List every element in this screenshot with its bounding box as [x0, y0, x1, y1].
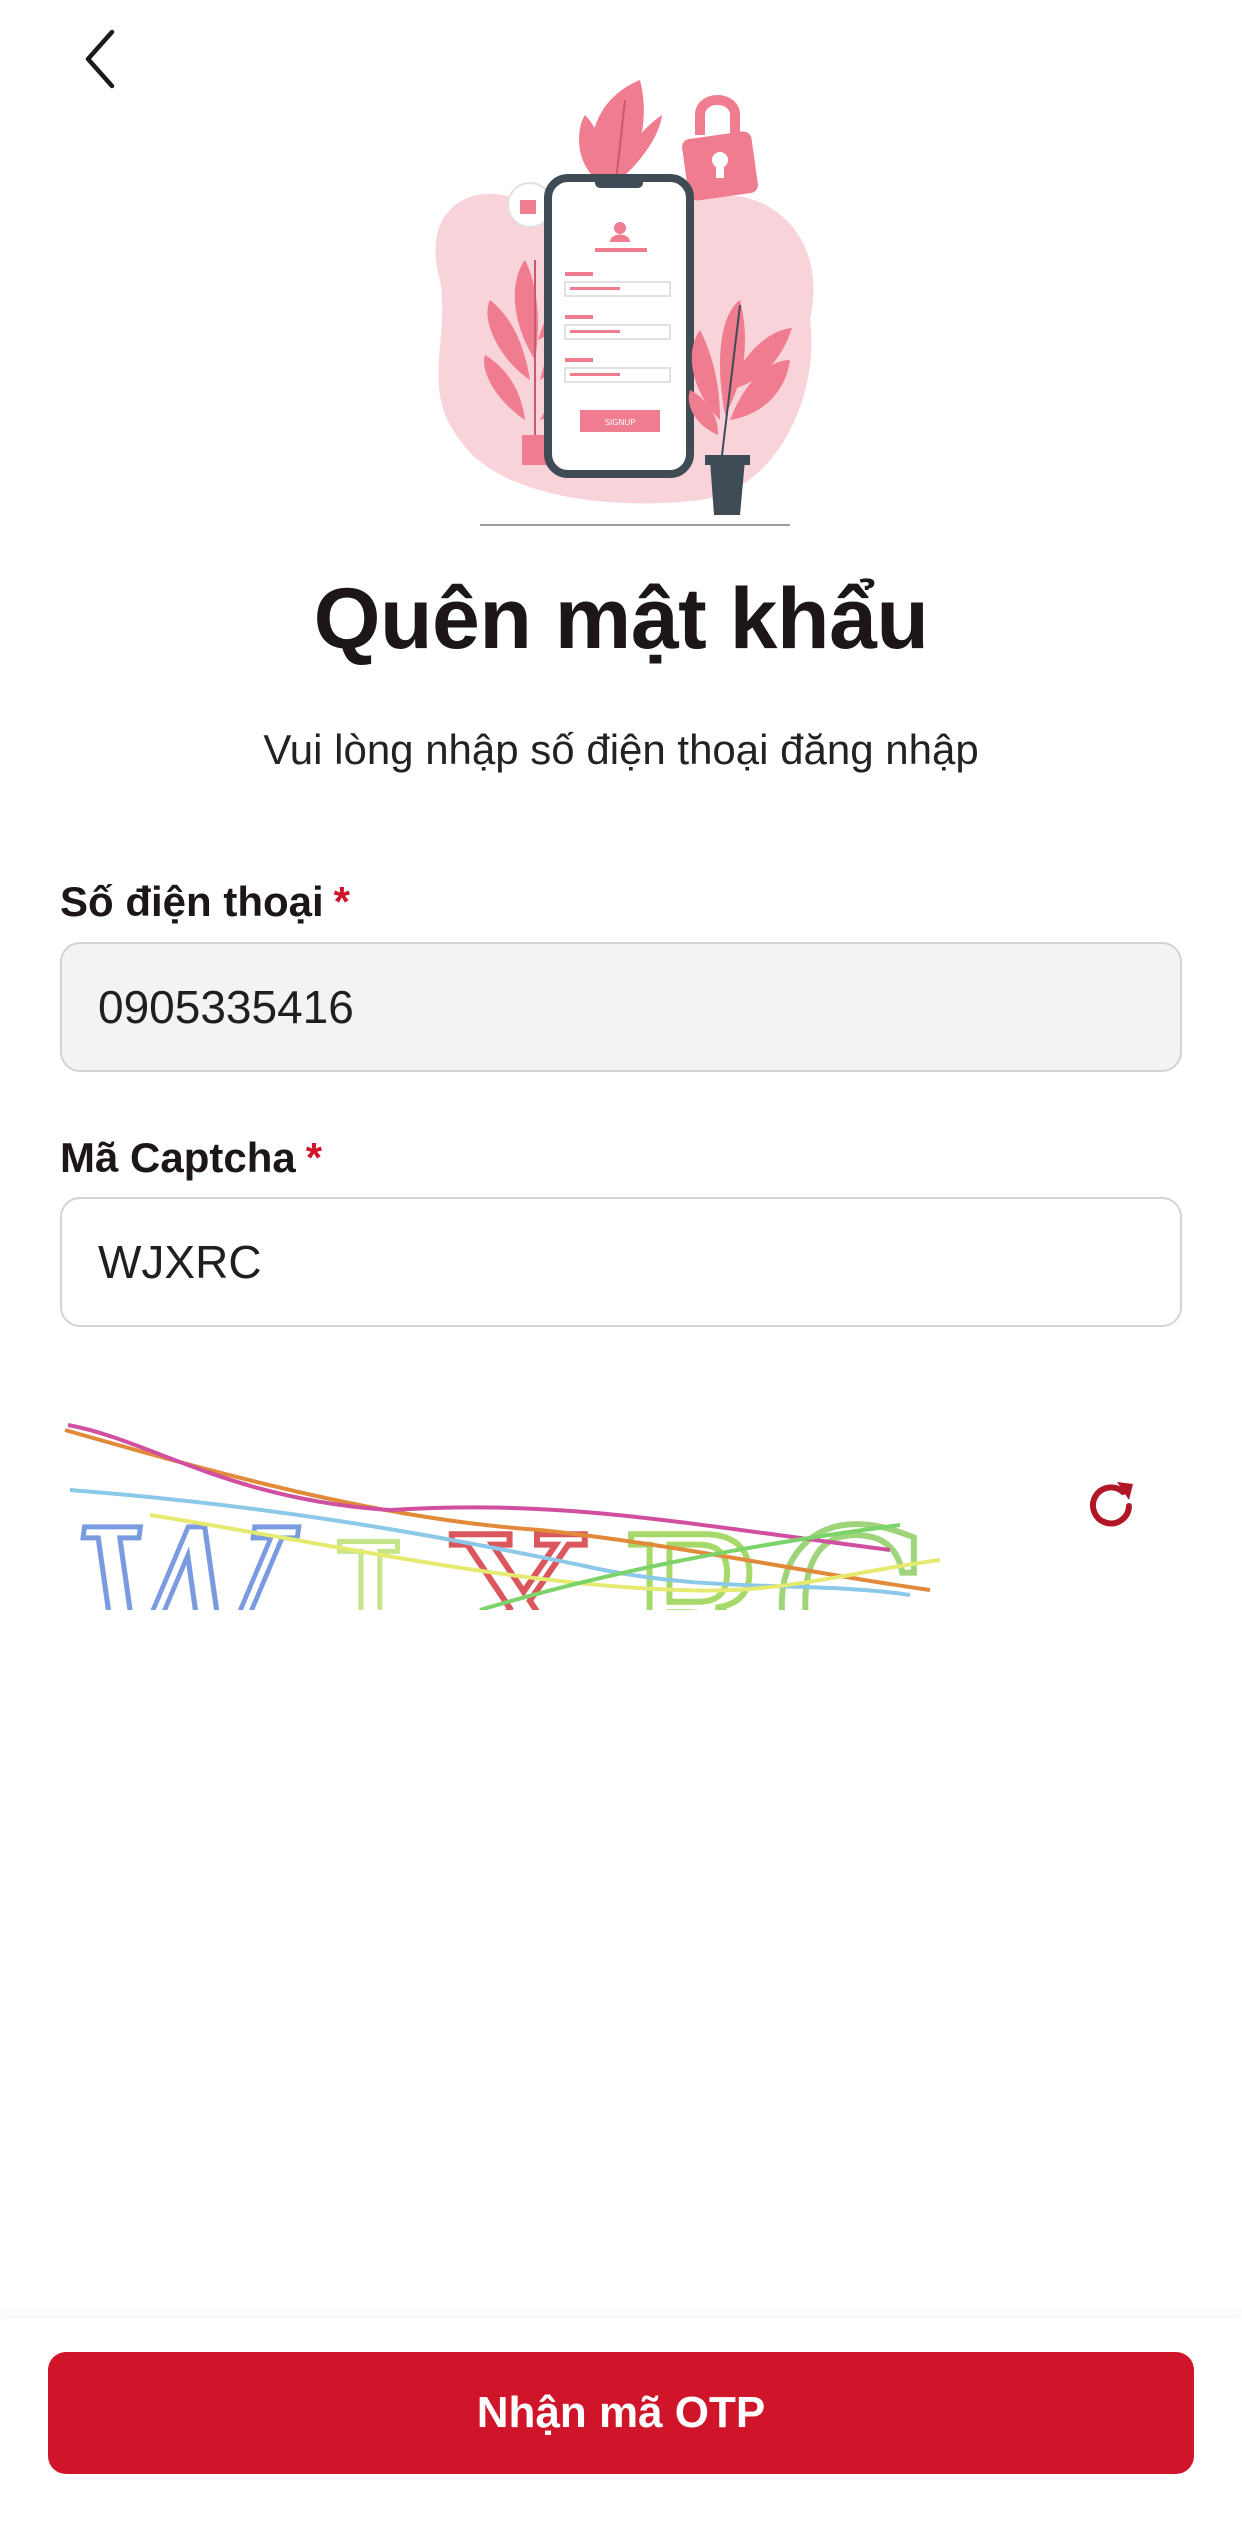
phone-field-label: Số điện thoại * — [60, 878, 350, 926]
captcha-input-value: WJXRC — [98, 1236, 262, 1288]
get-otp-button[interactable]: Nhận mã OTP — [48, 2352, 1194, 2474]
back-button[interactable] — [70, 24, 130, 94]
refresh-captcha-button[interactable] — [1080, 1475, 1142, 1537]
svg-text:R: R — [620, 1495, 776, 1615]
page-title: Quên mật khẩu — [313, 571, 929, 667]
forgot-password-screen: SIGNUP Quên mật khẩu Vui lòng nhập số đi… — [0, 0, 1242, 2534]
phone-illustration: SIGNUP — [544, 174, 694, 478]
page-subtitle: Vui lòng nhập số điện thoại đăng nhập — [263, 726, 979, 773]
required-mark: * — [305, 1134, 323, 1181]
forgot-password-illustration: SIGNUP — [435, 80, 814, 526]
phone-input[interactable]: 0905335416 — [60, 942, 1182, 1072]
captcha-image: W J X R C — [60, 1423, 941, 1615]
svg-text:SIGNUP: SIGNUP — [605, 418, 635, 427]
required-mark: * — [333, 878, 351, 925]
chevron-left-icon — [85, 29, 115, 89]
captcha-label-text: Mã Captcha — [60, 1134, 296, 1181]
phone-label-text: Số điện thoại — [60, 878, 324, 925]
svg-text:W: W — [60, 1485, 305, 1615]
padlock-icon — [682, 95, 758, 201]
phone-input-value: 0905335416 — [98, 981, 354, 1033]
captcha-field-label: Mã Captcha * — [60, 1134, 322, 1182]
captcha-input[interactable]: WJXRC — [60, 1197, 1182, 1327]
refresh-icon — [1090, 1482, 1133, 1527]
